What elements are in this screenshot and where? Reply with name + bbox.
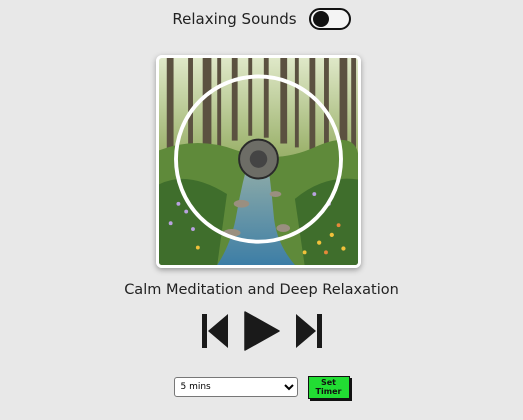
timer-row: 5 mins Set Timer (0, 375, 523, 399)
timer-select[interactable]: 5 mins (173, 377, 298, 397)
skip-next-icon[interactable] (295, 313, 322, 349)
play-icon[interactable] (243, 311, 280, 351)
set-timer-button[interactable]: Set Timer (307, 375, 350, 399)
playback-controls (0, 311, 523, 351)
track-title: Calm Meditation and Deep Relaxation (124, 282, 399, 298)
app: Relaxing Sounds Calm Meditation and Deep… (0, 0, 523, 420)
toggle-knob (312, 11, 329, 27)
header: Relaxing Sounds (0, 8, 523, 30)
app-title: Relaxing Sounds (172, 10, 297, 28)
album-art (156, 55, 361, 268)
sound-toggle[interactable] (308, 8, 351, 30)
skip-previous-icon[interactable] (201, 313, 228, 349)
